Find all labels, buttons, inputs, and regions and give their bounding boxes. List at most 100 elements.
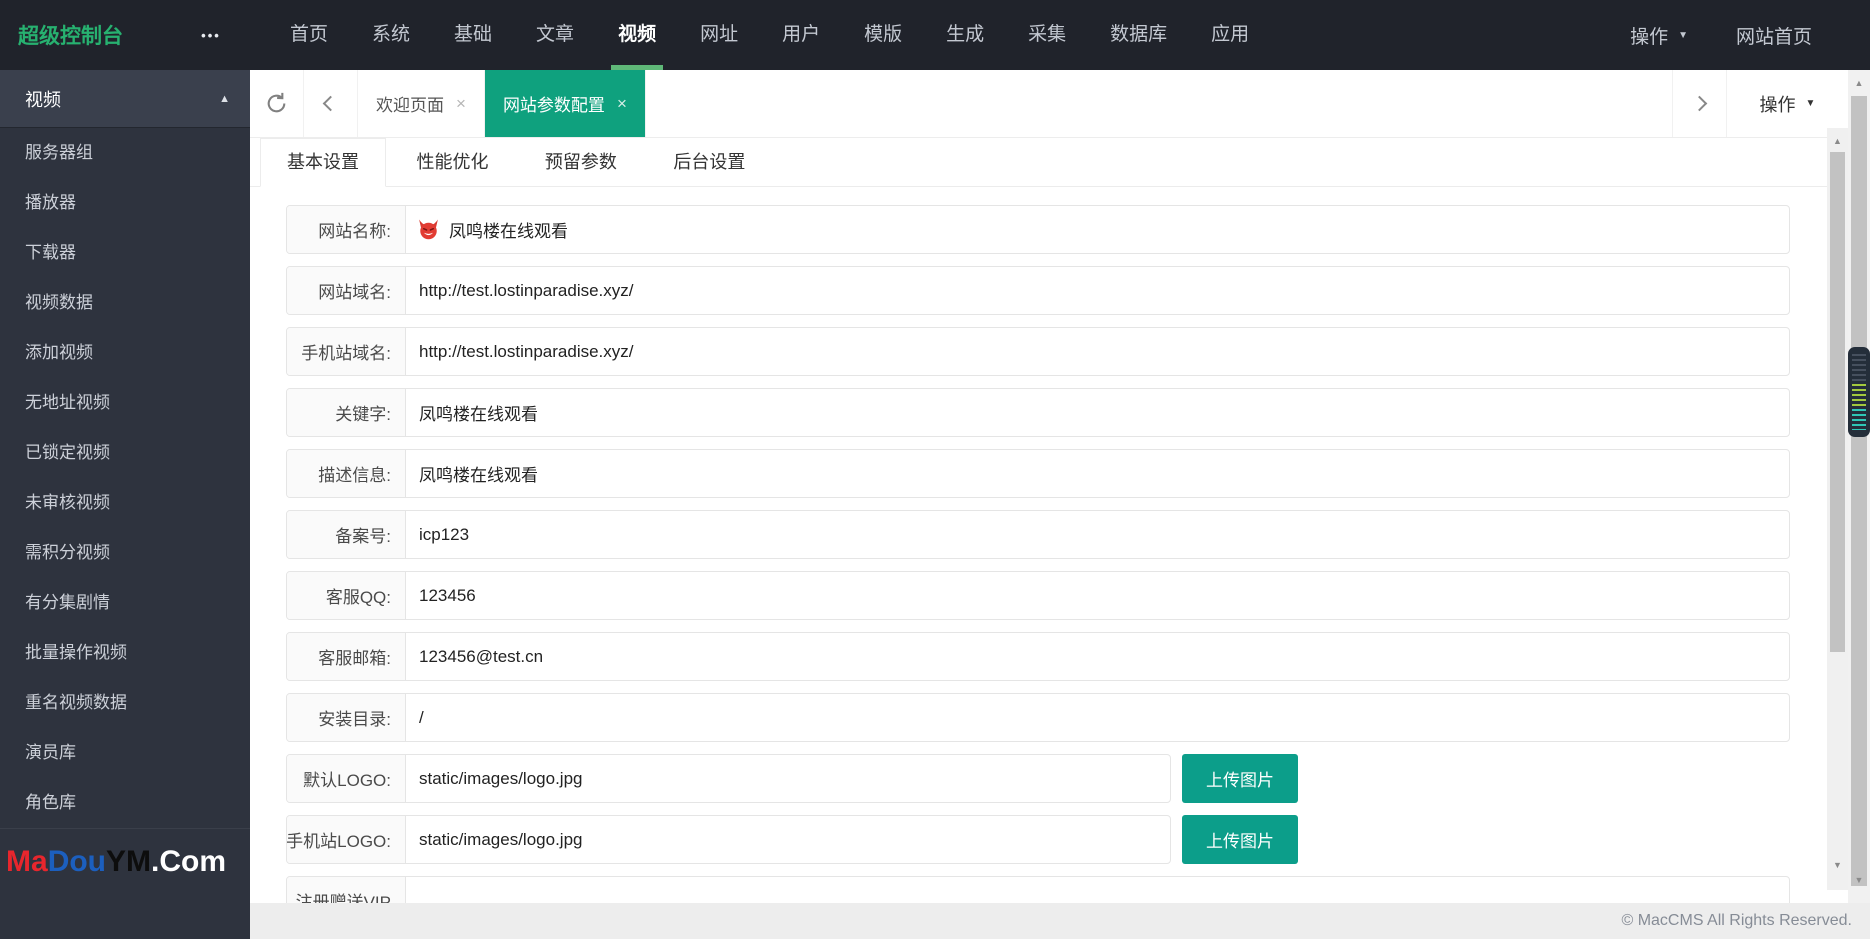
logo-part-blue: Dou (47, 845, 107, 878)
mobile-logo-input[interactable] (417, 828, 1170, 851)
scroll-down-icon[interactable]: ▼ (1827, 856, 1848, 874)
upload-image-button[interactable]: 上传图片 (1182, 815, 1298, 864)
settings-panel: 基本设置 性能优化 预留参数 后台设置 网站名称: 凤鸣楼在线观看 网站域名: … (250, 138, 1827, 903)
field-label: 备案号: (287, 511, 406, 558)
menu-item-website[interactable]: 网址 (678, 0, 760, 70)
sidebar-item-video-data[interactable]: 视频数据 (0, 278, 250, 328)
field-label: 默认LOGO: (287, 755, 406, 802)
copyright-text: © MacCMS All Rights Reserved. (1621, 912, 1852, 929)
menu-item-generate[interactable]: 生成 (924, 0, 1006, 70)
menu-item-basic[interactable]: 基础 (432, 0, 514, 70)
tab-basic-settings[interactable]: 基本设置 (260, 138, 386, 187)
sidebar-item-locked-video[interactable]: 已锁定视频 (0, 428, 250, 478)
default-logo-input[interactable] (417, 767, 1170, 790)
page-scrollbar[interactable]: ▲ ▼ (1848, 70, 1870, 903)
icp-input[interactable] (417, 523, 1789, 546)
tab-label: 网站参数配置 (502, 96, 605, 115)
scroll-up-icon[interactable]: ▲ (1848, 74, 1870, 92)
refresh-button[interactable] (250, 70, 304, 137)
sidebar-item-episode-plot[interactable]: 有分集剧情 (0, 578, 250, 628)
field-label: 网站名称: (287, 206, 406, 253)
scroll-minimap-widget[interactable] (1848, 347, 1870, 437)
form-row-mobile-logo: 手机站LOGO: 上传图片 (286, 815, 1827, 864)
content-scrollbar[interactable]: ▲ ▼ (1827, 128, 1848, 890)
menu-item-video[interactable]: 视频 (596, 0, 678, 70)
field-label: 手机站LOGO: (287, 816, 406, 863)
content-scrollbar-thumb[interactable] (1830, 152, 1845, 652)
field-value-wrap (406, 206, 1789, 253)
sidebar-item-add-video[interactable]: 添加视频 (0, 328, 250, 378)
service-qq-input[interactable] (417, 584, 1789, 607)
chevron-left-icon (322, 95, 339, 112)
menu-item-collect[interactable]: 采集 (1006, 0, 1088, 70)
sidebar-item-no-url-video[interactable]: 无地址视频 (0, 378, 250, 428)
page-scrollbar-thumb[interactable] (1851, 96, 1867, 886)
devil-emoji-icon (417, 218, 440, 241)
sidebar-item-role-library[interactable]: 角色库 (0, 778, 250, 828)
sidebar-item-player[interactable]: 播放器 (0, 178, 250, 228)
menu-item-home[interactable]: 首页 (268, 0, 350, 70)
sidebar-item-downloader[interactable]: 下载器 (0, 228, 250, 278)
service-email-input[interactable] (417, 645, 1789, 668)
site-home-link[interactable]: 网站首页 (1736, 22, 1812, 49)
register-vip-input[interactable] (417, 889, 1789, 903)
mobile-domain-input[interactable] (417, 340, 1789, 363)
more-menu-icon[interactable]: ••• (168, 28, 254, 43)
menu-item-system[interactable]: 系统 (350, 0, 432, 70)
form-row-mobile-domain: 手机站域名: (286, 327, 1790, 376)
form-row-description: 描述信息: (286, 449, 1790, 498)
window-tabbar: 欢迎页面 × 网站参数配置 × 操作 ▼ (250, 70, 1848, 138)
refresh-icon (267, 92, 286, 113)
menu-item-database[interactable]: 数据库 (1088, 0, 1189, 70)
topbar-action-dropdown[interactable]: 操作 ▼ (1630, 22, 1688, 49)
caret-down-icon: ▼ (1678, 29, 1688, 41)
field-label: 注册赠送VIP (287, 877, 406, 903)
field-label: 客服QQ: (287, 572, 406, 619)
site-name-input[interactable] (447, 218, 1789, 241)
sidebar-item-duplicate-data[interactable]: 重名视频数据 (0, 678, 250, 728)
menu-item-user[interactable]: 用户 (760, 0, 842, 70)
tabbar-action-dropdown[interactable]: 操作 ▼ (1726, 70, 1848, 137)
field-label: 网站域名: (287, 267, 406, 314)
tab-welcome-page[interactable]: 欢迎页面 × (358, 70, 485, 137)
form-row-keywords: 关键字: (286, 388, 1790, 437)
keywords-input[interactable] (417, 401, 1789, 424)
upload-image-button[interactable]: 上传图片 (1182, 754, 1298, 803)
scroll-down-icon[interactable]: ▼ (1848, 871, 1870, 889)
tab-performance[interactable]: 性能优化 (390, 139, 514, 186)
sidebar-item-points-video[interactable]: 需积分视频 (0, 528, 250, 578)
field-label: 安装目录: (287, 694, 406, 741)
footer: © MacCMS All Rights Reserved. (250, 903, 1870, 939)
sidebar-group-video[interactable]: 视频 ▲ (0, 70, 250, 128)
menu-item-template[interactable]: 模版 (842, 0, 924, 70)
menu-item-app[interactable]: 应用 (1189, 0, 1271, 70)
close-icon[interactable]: × (617, 94, 627, 114)
field-label: 客服邮箱: (287, 633, 406, 680)
tab-reserved-params[interactable]: 预留参数 (519, 139, 643, 186)
install-dir-input[interactable] (417, 706, 1789, 729)
minimap-stripes-green (1852, 384, 1866, 409)
close-icon[interactable]: × (456, 94, 466, 114)
field-label: 手机站域名: (287, 328, 406, 375)
tab-backend-settings[interactable]: 后台设置 (647, 139, 771, 186)
form-row-default-logo: 默认LOGO: 上传图片 (286, 754, 1827, 803)
tab-site-params-config[interactable]: 网站参数配置 × (484, 70, 646, 137)
form-row-install-dir: 安装目录: (286, 693, 1790, 742)
brand-title[interactable]: 超级控制台 (0, 20, 168, 50)
tabs-scroll-right-button[interactable] (1672, 70, 1726, 137)
collapse-up-icon: ▲ (219, 92, 230, 105)
tab-label: 欢迎页面 (376, 96, 444, 115)
sidebar-item-server-group[interactable]: 服务器组 (0, 128, 250, 178)
scroll-up-icon[interactable]: ▲ (1827, 132, 1848, 150)
sidebar-item-unreviewed[interactable]: 未审核视频 (0, 478, 250, 528)
tabs-scroll-left-button[interactable] (304, 70, 358, 137)
description-input[interactable] (417, 462, 1789, 485)
sidebar-item-batch-ops[interactable]: 批量操作视频 (0, 628, 250, 678)
form-row-service-email: 客服邮箱: (286, 632, 1790, 681)
form-row-register-vip: 注册赠送VIP (286, 876, 1790, 903)
topbar-right: 操作 ▼ 网站首页 (1630, 22, 1870, 49)
tabbar-spacer (646, 70, 1672, 137)
site-domain-input[interactable] (417, 279, 1789, 302)
sidebar-item-actor-library[interactable]: 演员库 (0, 728, 250, 778)
menu-item-article[interactable]: 文章 (514, 0, 596, 70)
